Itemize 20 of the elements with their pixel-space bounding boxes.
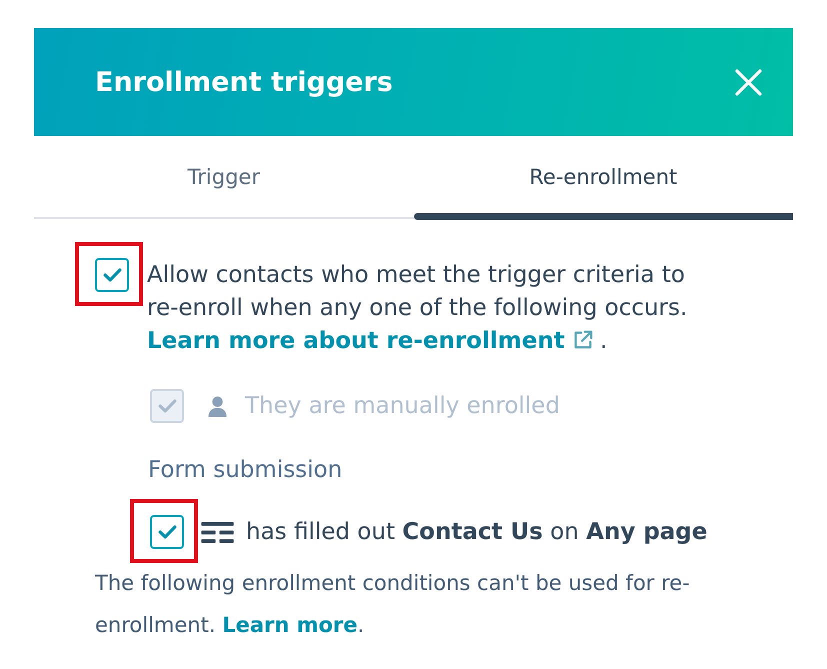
- learn-more-link[interactable]: Learn more: [222, 613, 358, 637]
- close-button[interactable]: [735, 68, 762, 96]
- trigger-label: has filled out Contact Us on Any page: [246, 519, 708, 545]
- option-description: Allow contacts who meet the trigger criteria to re-enroll when any one of the following occurs. Learn more about re-enrollment .: [147, 261, 688, 356]
- person-icon: [208, 396, 227, 416]
- note-text: The following enrollment conditions can't be used for re-enrollment. Learn more.: [95, 570, 691, 639]
- tab[interactable]: Re-enrollment: [414, 136, 793, 220]
- checkbox[interactable]: [150, 515, 184, 549]
- check-icon: [158, 399, 176, 413]
- form-icon: [201, 522, 234, 542]
- check-icon: [158, 525, 176, 539]
- check-icon: [102, 268, 122, 282]
- learn-more-link[interactable]: Learn more about re-enrollment: [147, 328, 593, 354]
- group-heading: Form submission: [148, 456, 342, 485]
- panel-title: Enrollment triggers: [95, 66, 393, 98]
- close-icon: [735, 68, 762, 96]
- checkbox[interactable]: [95, 258, 129, 292]
- trigger-label: They are manually enrolled: [245, 393, 560, 419]
- external-link-icon: [572, 330, 593, 350]
- tab[interactable]: Trigger: [34, 136, 414, 220]
